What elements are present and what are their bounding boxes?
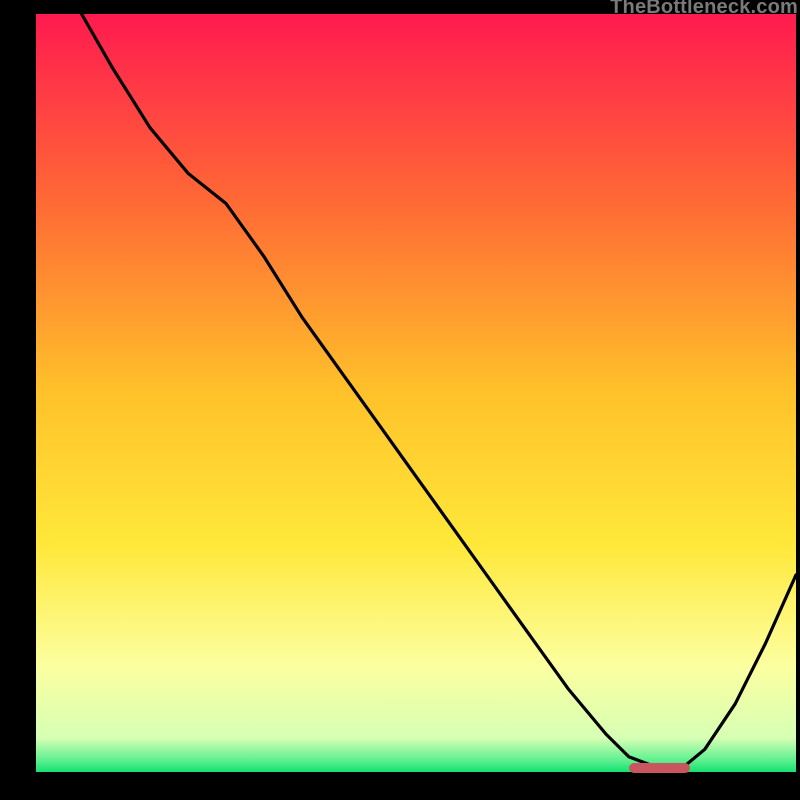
x-axis-strip — [0, 772, 800, 800]
plot-area — [36, 14, 796, 772]
plot-svg — [36, 14, 796, 772]
optimum-marker — [629, 763, 690, 773]
bottleneck-chart: TheBottleneck.com — [0, 0, 800, 800]
y-axis-strip — [0, 0, 36, 800]
